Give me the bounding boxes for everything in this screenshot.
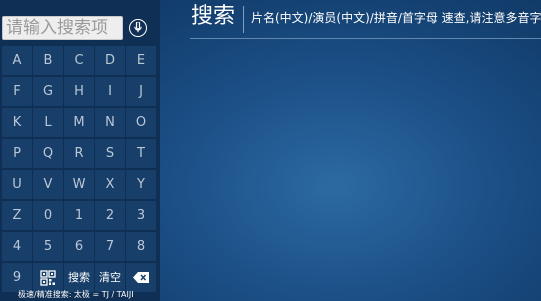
- key-b[interactable]: B: [33, 46, 63, 75]
- key-n[interactable]: N: [95, 108, 125, 137]
- key-8[interactable]: 8: [126, 232, 156, 261]
- voice-icon: [134, 22, 142, 33]
- key-0[interactable]: 0: [33, 201, 63, 230]
- key-m[interactable]: M: [64, 108, 94, 137]
- key-j[interactable]: J: [126, 77, 156, 106]
- key-i[interactable]: I: [95, 77, 125, 106]
- key-g[interactable]: G: [33, 77, 63, 106]
- key-9[interactable]: 9: [2, 263, 32, 292]
- key-w[interactable]: W: [64, 170, 94, 199]
- backspace-button[interactable]: [126, 263, 156, 292]
- keyboard: A B C D E F G H I J K L M N O P Q R S T U V W X Y Z 0 1 2 3 4 5 6 7 8 9 搜索 清空: [0, 46, 160, 292]
- key-d[interactable]: D: [95, 46, 125, 75]
- key-s[interactable]: S: [95, 139, 125, 168]
- key-k[interactable]: K: [2, 108, 32, 137]
- search-button[interactable]: 搜索: [64, 263, 94, 292]
- key-y[interactable]: Y: [126, 170, 156, 199]
- voice-search-button[interactable]: [129, 19, 147, 37]
- key-x[interactable]: X: [95, 170, 125, 199]
- key-7[interactable]: 7: [95, 232, 125, 261]
- key-r[interactable]: R: [64, 139, 94, 168]
- key-z[interactable]: Z: [2, 201, 32, 230]
- key-u[interactable]: U: [2, 170, 32, 199]
- key-f[interactable]: F: [2, 77, 32, 106]
- key-2[interactable]: 2: [95, 201, 125, 230]
- key-3[interactable]: 3: [126, 201, 156, 230]
- key-1[interactable]: 1: [64, 201, 94, 230]
- qr-code-button[interactable]: [33, 263, 63, 292]
- backspace-icon: [133, 272, 149, 283]
- search-instructions: 片名(中文)/演员(中文)/拼音/首字母 速查,请注意多音字: [251, 11, 541, 25]
- key-v[interactable]: V: [33, 170, 63, 199]
- key-t[interactable]: T: [126, 139, 156, 168]
- key-c[interactable]: C: [64, 46, 94, 75]
- search-hint: 极速/精准搜索: 太极 = TJ / TAIJI: [18, 290, 134, 299]
- key-q[interactable]: Q: [33, 139, 63, 168]
- key-e[interactable]: E: [126, 46, 156, 75]
- key-a[interactable]: A: [2, 46, 32, 75]
- key-4[interactable]: 4: [2, 232, 32, 261]
- header-divider: [190, 38, 541, 39]
- key-o[interactable]: O: [126, 108, 156, 137]
- key-5[interactable]: 5: [33, 232, 63, 261]
- key-l[interactable]: L: [33, 108, 63, 137]
- key-p[interactable]: P: [2, 139, 32, 168]
- search-input[interactable]: 请输入搜索项: [2, 16, 123, 40]
- clear-button[interactable]: 清空: [95, 263, 125, 292]
- page-title: 搜索: [191, 4, 236, 29]
- qr-code-icon: [40, 270, 56, 286]
- key-6[interactable]: 6: [64, 232, 94, 261]
- key-h[interactable]: H: [64, 77, 94, 106]
- title-divider: [243, 6, 244, 33]
